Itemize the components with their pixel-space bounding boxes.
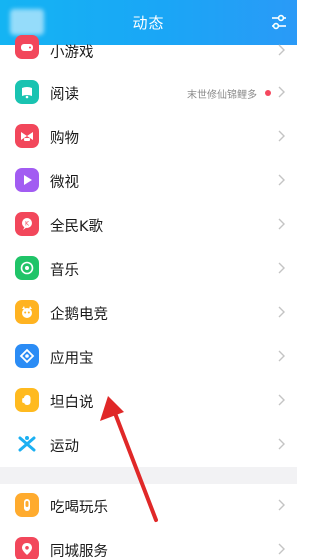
chevron-right-icon: [278, 218, 285, 230]
karaoke-icon: K: [15, 212, 39, 236]
list-item-esports[interactable]: 企鹅电竞: [0, 291, 297, 335]
list-item-app-store[interactable]: 应用宝: [0, 335, 297, 379]
chevron-right-icon: [278, 44, 285, 56]
esports-icon: [15, 300, 39, 324]
list-item-label: 音乐: [50, 263, 79, 279]
chevron-right-icon: [278, 350, 285, 362]
list-item-label: 微视: [50, 175, 79, 191]
list-item-mini-games[interactable]: 小游戏: [0, 35, 297, 71]
sports-icon: [15, 432, 39, 456]
list-item-sports[interactable]: 运动: [0, 423, 297, 467]
appstore-icon: [15, 344, 39, 368]
list-item-local-services[interactable]: 同城服务: [0, 528, 297, 559]
list-item-music[interactable]: 音乐: [0, 247, 297, 291]
page-title: 动态: [132, 14, 165, 32]
list-item-label: 运动: [50, 439, 79, 455]
list-item-weishi[interactable]: 微视: [0, 159, 297, 203]
list-item-label: 同城服务: [50, 544, 108, 559]
notification-dot: [265, 90, 271, 96]
section-divider: [0, 467, 297, 484]
reading-icon: [15, 80, 39, 104]
chevron-right-icon: [278, 130, 285, 142]
chevron-right-icon: [278, 174, 285, 186]
chevron-right-icon: [278, 394, 285, 406]
list-item-reading[interactable]: 阅读 末世修仙锦鲤多: [0, 71, 297, 115]
shopping-icon: [15, 124, 39, 148]
chevron-right-icon: [278, 543, 285, 555]
list-item-label: 小游戏: [50, 45, 94, 61]
list-item-label: 企鹅电竞: [50, 307, 108, 323]
recommendation-text: 末世修仙锦鲤多: [187, 90, 257, 101]
feature-list: 小游戏 阅读 末世修仙锦鲤多 购物 微视 K 全民K歌 音乐 企鹅电竞 应用宝 …: [0, 35, 297, 559]
chevron-right-icon: [278, 438, 285, 450]
list-item-label: 坦白说: [50, 395, 94, 411]
list-item-label: 全民K歌: [50, 219, 104, 235]
chevron-right-icon: [278, 86, 285, 98]
chevron-right-icon: [278, 499, 285, 511]
settings-icon[interactable]: [269, 12, 289, 32]
list-item-karaoke[interactable]: K 全民K歌: [0, 203, 297, 247]
chevron-right-icon: [278, 306, 285, 318]
list-item-confess[interactable]: 坦白说: [0, 379, 297, 423]
game-icon: [15, 35, 39, 59]
list-item-shopping[interactable]: 购物: [0, 115, 297, 159]
list-item-food[interactable]: 吃喝玩乐: [0, 484, 297, 528]
top-bar: 动态: [0, 0, 297, 45]
list-item-label: 吃喝玩乐: [50, 500, 108, 516]
confess-icon: [15, 388, 39, 412]
list-item-label: 购物: [50, 131, 79, 147]
food-icon: [15, 493, 39, 517]
list-item-label: 应用宝: [50, 351, 94, 367]
location-icon: [15, 537, 39, 559]
chevron-right-icon: [278, 262, 285, 274]
list-item-label: 阅读: [50, 87, 79, 103]
weishi-icon: [15, 168, 39, 192]
music-icon: [15, 256, 39, 280]
